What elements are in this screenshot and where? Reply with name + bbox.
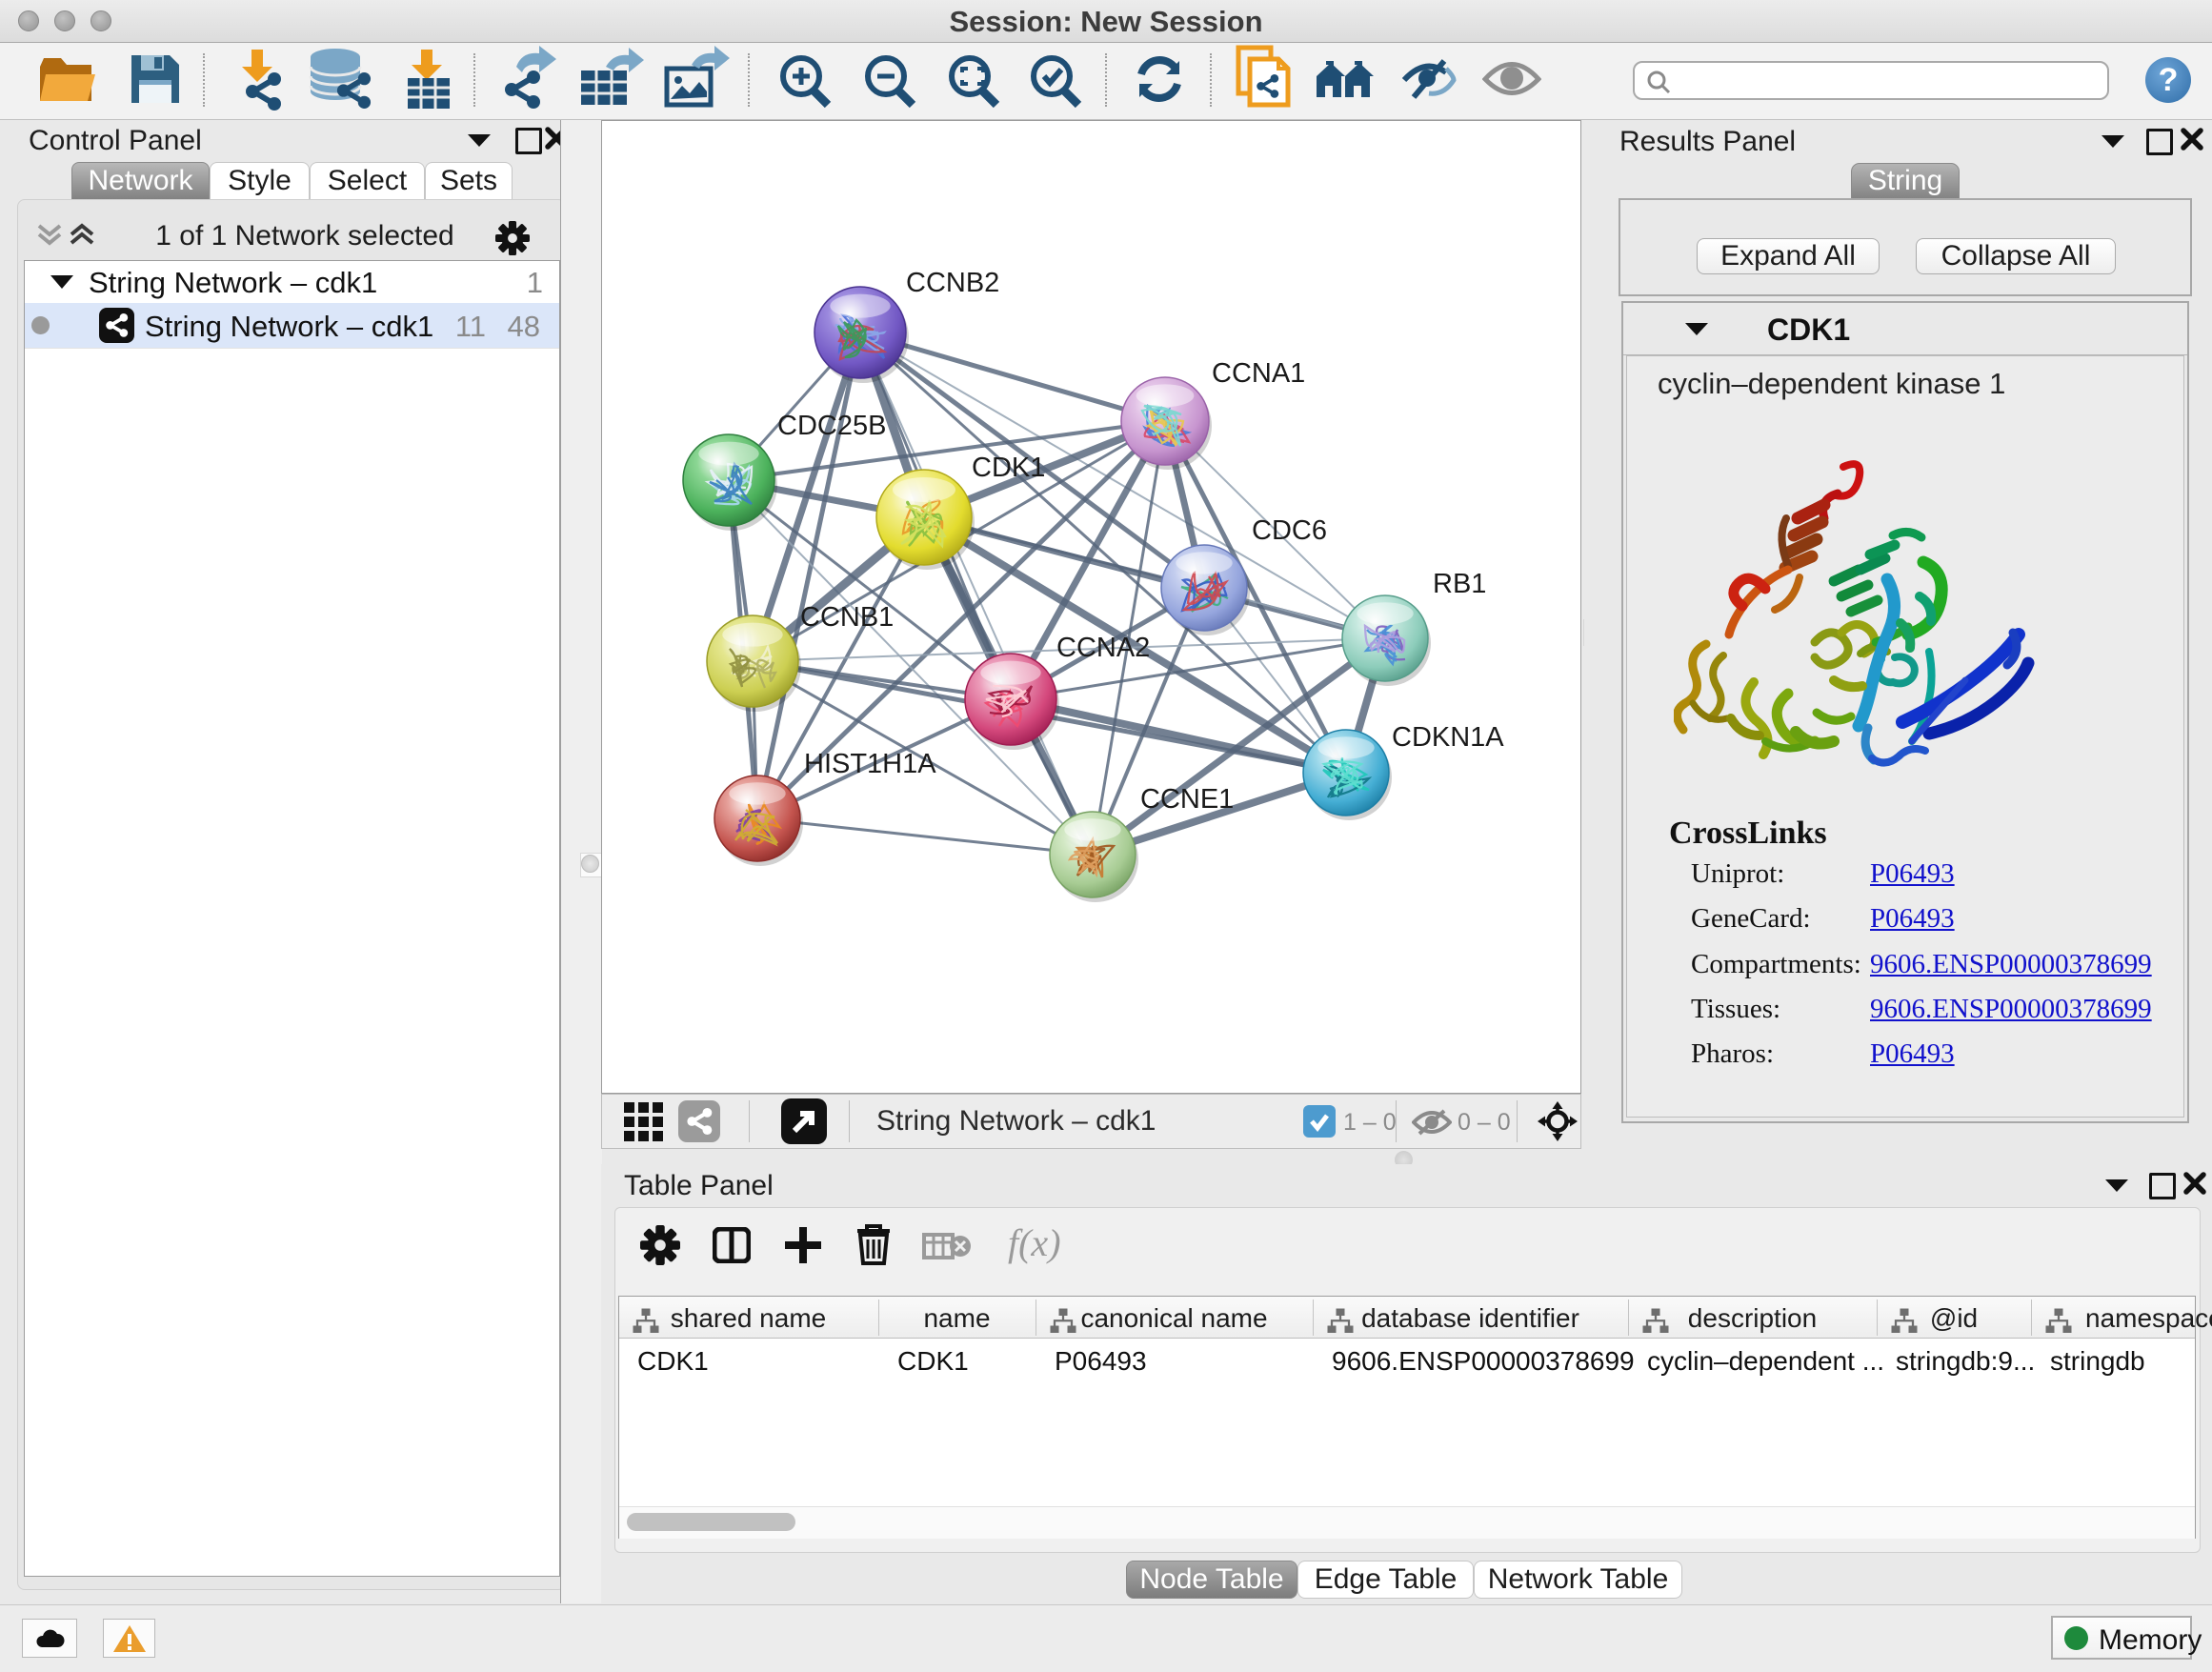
svg-text:CDKN1A: CDKN1A xyxy=(1392,722,1504,753)
svg-text:CDK1: CDK1 xyxy=(972,453,1045,483)
svg-text:CCNE1: CCNE1 xyxy=(1140,784,1234,815)
svg-text:CDC6: CDC6 xyxy=(1252,515,1327,546)
svg-text:CCNB1: CCNB1 xyxy=(800,602,894,633)
svg-text:CCNA2: CCNA2 xyxy=(1056,633,1150,663)
svg-text:RB1: RB1 xyxy=(1433,569,1486,599)
svg-text:CCNA1: CCNA1 xyxy=(1212,358,1305,389)
svg-text:CCNB2: CCNB2 xyxy=(906,268,999,298)
svg-text:CDC25B: CDC25B xyxy=(777,411,886,441)
svg-text:HIST1H1A: HIST1H1A xyxy=(804,749,936,779)
